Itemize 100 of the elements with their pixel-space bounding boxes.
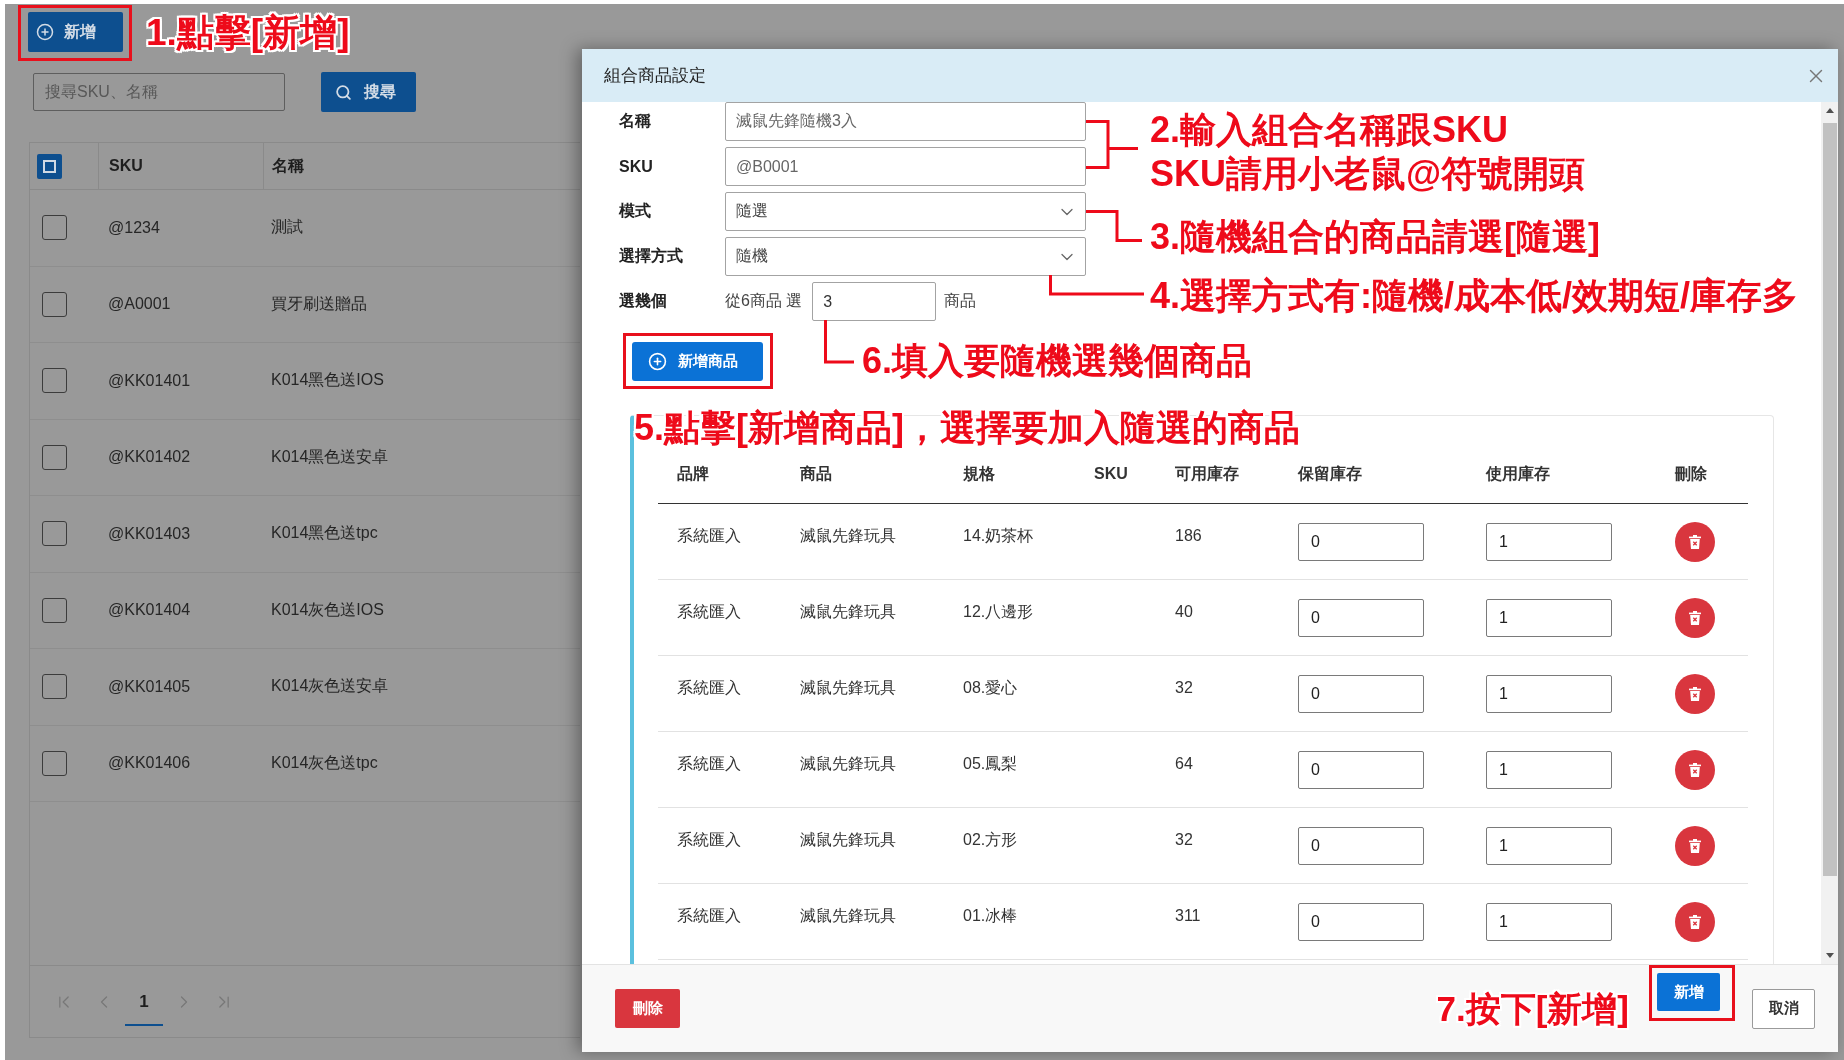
count-input[interactable]: 3: [812, 282, 937, 321]
table-cell: @KK01406: [108, 754, 191, 773]
select-field[interactable]: 隨選: [725, 192, 1086, 231]
table-cell: @KK01404: [108, 601, 191, 620]
trash-icon: [1689, 610, 1701, 625]
field-label: 名稱: [619, 111, 651, 131]
checkbox[interactable]: [42, 521, 67, 547]
table-cell-text: 滅鼠先鋒玩具: [800, 526, 896, 546]
table-cell: @KK01405: [108, 677, 191, 696]
delete-button[interactable]: [1675, 673, 1715, 714]
table-cell-text: K014灰色送tpc: [271, 752, 378, 773]
column-header: 可用庫存: [1175, 463, 1239, 484]
add-button[interactable]: 新增: [28, 12, 123, 52]
table-cell-text: 系統匯入: [677, 754, 741, 774]
table-cell-text: 186: [1175, 526, 1202, 546]
used-stock-input[interactable]: 1: [1486, 826, 1612, 865]
table-cell-text: 14.奶茶杯: [963, 526, 1034, 546]
dialog-title: 組合商品設定: [604, 65, 706, 87]
used-stock-input[interactable]: 1: [1486, 674, 1612, 713]
reserved-stock-input[interactable]: 0: [1298, 902, 1424, 941]
checkbox[interactable]: [42, 444, 67, 470]
delete-button[interactable]: 刪除: [615, 989, 680, 1028]
table-cell-text: 系統匯入: [677, 678, 741, 698]
search-field[interactable]: 搜尋SKU、名稱: [33, 73, 285, 111]
used-stock-input[interactable]: 1: [1486, 522, 1612, 561]
step-annotation: 5.點擊[新增商品]，選擇要加入隨選的商品: [634, 406, 1300, 450]
checkbox[interactable]: [42, 215, 67, 241]
scroll-up-arrow-icon[interactable]: [1825, 108, 1834, 113]
table-cell-text: 12.八邊形: [963, 602, 1034, 622]
reserved-stock-input[interactable]: 0: [1298, 674, 1424, 713]
checkbox[interactable]: [42, 750, 67, 776]
leader-line: [1086, 209, 1142, 242]
column-header: 規格: [963, 463, 995, 484]
table-cell-text: K014黑色送安卓: [271, 446, 389, 467]
trash-icon: [1689, 838, 1701, 853]
table-cell-text: 系統匯入: [677, 830, 741, 850]
search-icon: [335, 83, 352, 101]
search-button[interactable]: 搜尋: [321, 72, 416, 112]
table-cell-text: 系統匯入: [677, 906, 741, 926]
table-cell-text: K014灰色送安卓: [271, 676, 389, 697]
column-header: 使用庫存: [1486, 463, 1550, 484]
delete-button[interactable]: [1675, 521, 1715, 562]
table-cell: @KK01402: [108, 448, 191, 467]
delete-button[interactable]: [1675, 749, 1715, 790]
table-cell-text: 滅鼠先鋒玩具: [800, 602, 896, 622]
table-cell-text: 02.方形: [963, 830, 1018, 850]
scroll-down-arrow-icon[interactable]: [1825, 953, 1834, 958]
select-field[interactable]: 隨機: [725, 237, 1086, 276]
field-label: SKU: [619, 157, 653, 176]
column-header: 商品: [800, 463, 832, 484]
table-cell-text: 測試: [271, 217, 303, 238]
table-cell: @A0001: [108, 295, 171, 314]
used-stock-input[interactable]: 1: [1486, 902, 1612, 941]
table-cell-text: K014黑色送tpc: [271, 523, 378, 544]
checkbox[interactable]: [42, 674, 67, 700]
column-header: 刪除: [1675, 463, 1707, 484]
table-cell-text: 滅鼠先鋒玩具: [800, 678, 896, 698]
step-annotation: 1.點擊[新增]: [146, 11, 350, 55]
field-label: 選擇方式: [619, 246, 683, 266]
column-header: 品牌: [677, 463, 709, 484]
used-stock-input[interactable]: 1: [1486, 598, 1612, 637]
reserved-stock-input[interactable]: 0: [1298, 522, 1424, 561]
delete-button[interactable]: [1675, 825, 1715, 866]
delete-button[interactable]: [1675, 597, 1715, 638]
reserved-stock-input[interactable]: 0: [1298, 826, 1424, 865]
checkbox[interactable]: [42, 368, 67, 394]
step-annotation: 3.隨機組合的商品請選[隨選]: [1150, 215, 1600, 259]
trash-icon: [1689, 686, 1701, 701]
checkbox[interactable]: [42, 597, 67, 623]
leader-line: [823, 320, 854, 364]
scrollbar-thumb[interactable]: [1822, 123, 1837, 876]
table-cell-text: 01.冰棒: [963, 906, 1018, 926]
table-cell-text: 40: [1175, 602, 1193, 622]
count-prefix-text: 從6商品 選: [725, 291, 803, 311]
page-number[interactable]: 1: [125, 977, 163, 1026]
leader-line: [1086, 119, 1138, 169]
checkbox[interactable]: [42, 291, 67, 317]
used-stock-input[interactable]: 1: [1486, 750, 1612, 789]
plus-circle-icon: [648, 352, 667, 371]
column-header: SKU: [1094, 465, 1128, 483]
table-cell-text: 買牙刷送贈品: [271, 293, 367, 314]
add-product-button[interactable]: 新增商品: [632, 342, 763, 381]
step-annotation: 6.填入要隨機選幾個商品: [862, 339, 1253, 383]
count-suffix-text: 商品: [944, 291, 977, 311]
trash-icon: [1689, 914, 1701, 929]
text-input[interactable]: 滅鼠先鋒隨機3入: [725, 102, 1086, 141]
table-cell-text: 05.鳳梨: [963, 754, 1018, 774]
table-cell-text: 滅鼠先鋒玩具: [800, 830, 896, 850]
column-header: 名稱: [263, 143, 580, 189]
column-header: SKU: [98, 143, 263, 189]
reserved-stock-input[interactable]: 0: [1298, 598, 1424, 637]
reserved-stock-input[interactable]: 0: [1298, 750, 1424, 789]
table-cell-text: 系統匯入: [677, 526, 741, 546]
text-input[interactable]: @B0001: [725, 147, 1086, 186]
select-all-checkbox[interactable]: [37, 153, 62, 179]
cancel-button[interactable]: 取消: [1752, 988, 1815, 1029]
table-cell-text: 32: [1175, 678, 1193, 698]
table-cell-text: 滅鼠先鋒玩具: [800, 754, 896, 774]
submit-button[interactable]: 新增: [1657, 973, 1720, 1011]
delete-button[interactable]: [1675, 901, 1715, 942]
